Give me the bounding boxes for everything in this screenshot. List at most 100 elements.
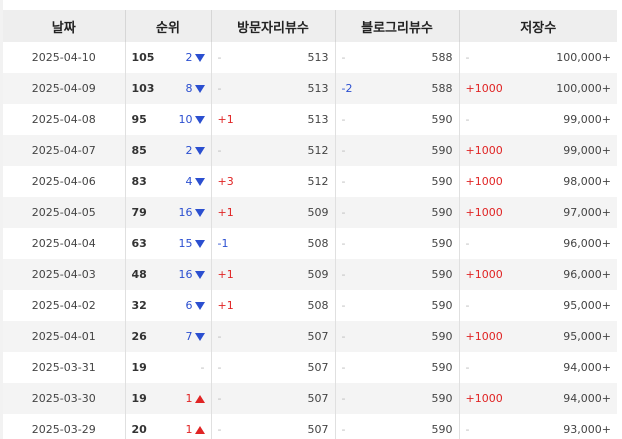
cell-date: 2025-04-02 (3, 290, 126, 321)
rank-up-arrow-icon (194, 394, 205, 403)
table-row: 2025-04-08 95 10 +1 513-590-99,000+ (3, 104, 617, 135)
cell-visitor-reviews: - 507 (211, 414, 336, 439)
rank-down-arrow-icon (194, 53, 205, 62)
blog-review-change: - (341, 299, 346, 312)
blog-review-count: 590 (431, 268, 453, 281)
blog-review-count: 590 (431, 361, 453, 374)
cell-saves: +1000 97,000+ (459, 197, 617, 228)
visitor-review-change: - (217, 51, 222, 64)
rank-change-value: 16 (178, 268, 193, 281)
cell-visitor-reviews: - 507 (211, 352, 336, 383)
rank-down-arrow-icon (194, 146, 205, 155)
cell-rank: 63 15 (125, 228, 212, 259)
table-row: 2025-04-01 26 7-507-590 +1000 95,000+ (3, 321, 617, 352)
save-count: 97,000+ (563, 206, 611, 219)
cell-rank: 48 16 (125, 259, 212, 290)
header-date: 날짜 (3, 10, 126, 42)
ranking-history-table: 날짜 순위 방문자리뷰수 블로그리뷰수 저장수 2025-04-10 105 2-5… (3, 10, 617, 439)
visitor-review-change: - (217, 144, 222, 157)
rank-change: - (201, 361, 205, 374)
visitor-review-change: +1 (217, 268, 234, 281)
blog-review-change: - (341, 144, 346, 157)
blog-review-change: - (341, 361, 346, 374)
rank-value: 95 (131, 113, 147, 126)
rank-change: 8 (186, 82, 205, 95)
rank-value: 103 (131, 82, 155, 95)
save-change: +1000 (465, 175, 503, 188)
table-row: 2025-04-03 48 16 +1 509- 590 +1000 96,000+ (3, 259, 617, 290)
cell-visitor-reviews: - 513 (211, 42, 336, 73)
save-count: 95,000+ (563, 299, 611, 312)
header-saves: 저장수 (459, 10, 617, 42)
rank-change-value: 16 (178, 206, 193, 219)
blog-review-change: -2 (341, 82, 353, 95)
save-count: 100,000+ (556, 51, 611, 64)
cell-date: 2025-03-29 (3, 414, 126, 439)
rank-down-arrow-icon (194, 239, 205, 248)
rank-change-value: 4 (185, 175, 193, 188)
rank-change: 1 (186, 423, 205, 436)
visitor-review-count: 513 (307, 113, 329, 126)
save-change: +1000 (465, 330, 503, 343)
rank-value: 48 (131, 268, 147, 281)
blog-review-count: 590 (431, 330, 453, 343)
table-row: 2025-03-29 20 1-507-590-93,000+ (3, 414, 617, 439)
cell-blog-reviews: - 590 (335, 228, 460, 259)
visitor-review-count: 512 (307, 175, 329, 188)
save-count: 99,000+ (563, 144, 611, 157)
save-count: 96,000+ (563, 237, 611, 250)
rank-change-value: 15 (178, 237, 193, 250)
rank-change: 2 (186, 144, 205, 157)
save-count: 94,000+ (563, 361, 611, 374)
table-body: 2025-04-10 105 2-513-588-100,000+ 2025-04-0… (3, 42, 617, 439)
blog-review-count: 588 (431, 51, 453, 64)
header-rank: 순위 (125, 10, 212, 42)
table-row: 2025-03-30 19 1-507-590 +1000 94,000+ (3, 383, 617, 414)
rank-down-arrow-icon (194, 84, 205, 93)
cell-visitor-reviews: +1 513 (211, 104, 336, 135)
rank-down-arrow-icon (194, 208, 205, 217)
table-header-row: 날짜 순위 방문자리뷰수 블로그리뷰수 저장수 (3, 10, 617, 42)
save-count: 93,000+ (563, 423, 611, 436)
visitor-review-count: 507 (307, 330, 329, 343)
rank-up-arrow-icon (194, 425, 205, 434)
cell-blog-reviews: - 590 (335, 104, 460, 135)
ranking-history-panel: 날짜 순위 방문자리뷰수 블로그리뷰수 저장수 2025-04-10 105 2-5… (0, 0, 622, 439)
save-count: 94,000+ (563, 392, 611, 405)
rank-down-arrow-icon (194, 270, 205, 279)
blog-review-count: 590 (431, 113, 453, 126)
rank-change-value: 2 (185, 144, 193, 157)
visitor-review-change: +3 (217, 175, 234, 188)
cell-saves: +1000 99,000+ (459, 135, 617, 166)
cell-saves: +1000 96,000+ (459, 259, 617, 290)
rank-change-value: 1 (185, 392, 193, 405)
blog-review-count: 588 (431, 82, 453, 95)
cell-saves: - 95,000+ (459, 290, 617, 321)
cell-blog-reviews: - 590 (335, 290, 460, 321)
cell-rank: 19 1 (125, 383, 212, 414)
rank-value: 19 (131, 392, 147, 405)
cell-visitor-reviews: - 512 (211, 135, 336, 166)
rank-down-arrow-icon (194, 177, 205, 186)
rank-value: 26 (131, 330, 147, 343)
cell-rank: 83 4 (125, 166, 212, 197)
cell-date: 2025-04-01 (3, 321, 126, 352)
save-change: +1000 (465, 392, 503, 405)
rank-value: 85 (131, 144, 147, 157)
rank-change-value: 1 (185, 423, 193, 436)
blog-review-change: - (341, 237, 346, 250)
blog-review-change: - (341, 51, 346, 64)
visitor-review-count: 507 (307, 392, 329, 405)
rank-change: 10 (179, 113, 205, 126)
cell-date: 2025-04-09 (3, 73, 126, 104)
visitor-review-change: - (217, 82, 222, 95)
rank-change-value: 10 (178, 113, 193, 126)
blog-review-count: 590 (431, 144, 453, 157)
cell-blog-reviews: - 590 (335, 197, 460, 228)
save-change: - (465, 299, 470, 312)
visitor-review-count: 508 (307, 237, 329, 250)
rank-change-value: 8 (185, 82, 193, 95)
cell-rank: 26 7 (125, 321, 212, 352)
cell-rank: 19 - (125, 352, 212, 383)
cell-rank: 103 8 (125, 73, 212, 104)
